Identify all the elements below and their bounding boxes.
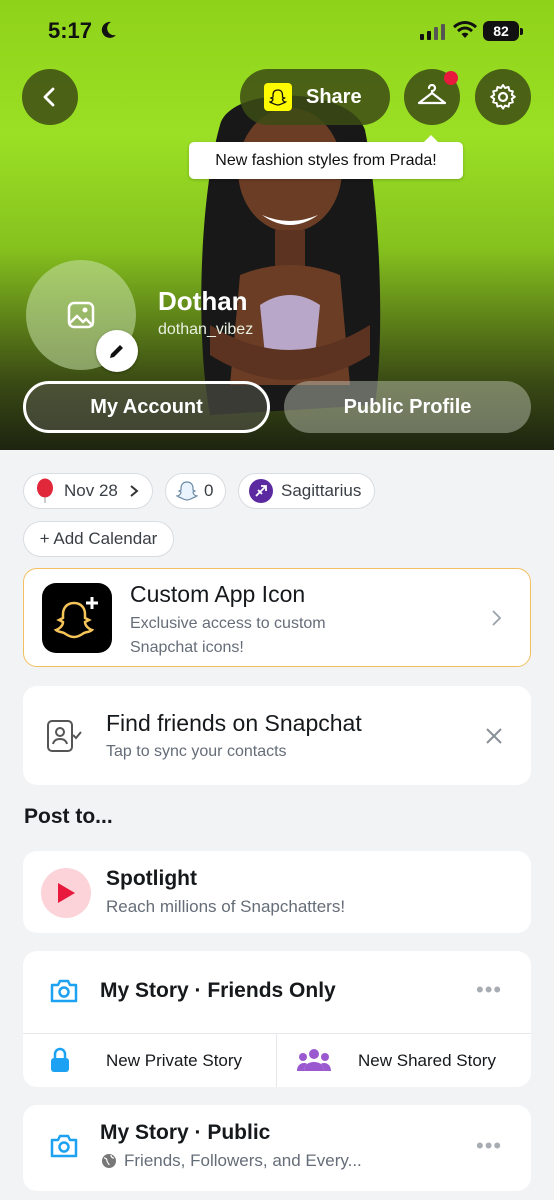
my-account-button[interactable]: My Account xyxy=(23,381,270,433)
balloon-icon xyxy=(37,478,53,503)
gear-icon xyxy=(490,84,516,110)
camera-icon xyxy=(50,979,78,1003)
chevron-right-icon xyxy=(130,485,139,497)
zodiac-chip[interactable]: Sagittarius xyxy=(238,473,375,509)
find-friends-title: Find friends on Snapchat xyxy=(106,710,362,736)
new-private-story-label: New Private Story xyxy=(106,1051,243,1070)
globe-icon xyxy=(102,1154,116,1168)
fashion-tooltip[interactable]: New fashion styles from Prada! xyxy=(189,135,463,179)
back-button[interactable] xyxy=(22,69,78,125)
notification-dot xyxy=(444,71,458,85)
find-friends-card[interactable]: Find friends on Snapchat Tap to sync you… xyxy=(23,686,531,785)
share-label: Share xyxy=(306,85,362,108)
find-friends-sub: Tap to sync your contacts xyxy=(106,743,287,760)
my-story-friends-row[interactable]: My Story · Friends Only ••• xyxy=(23,951,531,1033)
add-calendar-chip[interactable]: + Add Calendar xyxy=(23,521,174,557)
status-time: 5:17 xyxy=(48,18,93,43)
custom-app-icon-sub-2: Snapchat icons! xyxy=(130,639,244,656)
wifi-icon xyxy=(453,21,477,38)
snapscore-value: 0 xyxy=(204,481,214,500)
spotlight-sub: Reach millions of Snapchatters! xyxy=(106,897,346,916)
more-options-icon[interactable]: ••• xyxy=(476,977,502,1003)
display-name: Dothan xyxy=(158,286,248,316)
outfit-button[interactable] xyxy=(404,69,460,125)
my-story-public-card[interactable]: My Story · Public Friends, Followers, an… xyxy=(23,1105,531,1191)
my-story-friends-card: My Story · Friends Only ••• New Private … xyxy=(23,951,531,1087)
status-bar: 5:17 82 xyxy=(0,0,554,62)
new-private-story-button[interactable]: New Private Story xyxy=(23,1034,276,1087)
chevron-left-icon xyxy=(43,87,55,107)
birthday-chip[interactable]: Nov 28 xyxy=(23,473,153,509)
birthday-label: Nov 28 xyxy=(64,481,118,500)
edit-avatar-button[interactable] xyxy=(96,330,138,372)
snapscore-chip[interactable]: 0 xyxy=(165,473,226,509)
hanger-icon xyxy=(417,84,447,105)
new-shared-story-button[interactable]: New Shared Story xyxy=(277,1034,531,1087)
my-story-public-sub: Friends, Followers, and Every... xyxy=(124,1151,362,1170)
snapchat-app-icon xyxy=(42,583,112,653)
zodiac-label: Sagittarius xyxy=(281,481,362,500)
custom-app-icon-card[interactable]: Custom App Icon Exclusive access to cust… xyxy=(23,568,531,667)
more-options-icon[interactable]: ••• xyxy=(476,1133,502,1159)
profile-header: 5:17 82 Share New fashion styles from Pr… xyxy=(0,0,554,450)
pencil-icon xyxy=(110,345,123,358)
settings-button[interactable] xyxy=(475,69,531,125)
close-icon[interactable] xyxy=(485,727,503,745)
lock-icon xyxy=(51,1047,69,1072)
snapcode-icon xyxy=(264,83,292,111)
my-story-public-label: My Story · Public xyxy=(100,1121,271,1144)
image-icon xyxy=(67,301,95,329)
spotlight-title: Spotlight xyxy=(106,867,197,890)
moon-icon xyxy=(101,21,116,38)
my-story-friends-label: My Story · Friends Only xyxy=(100,979,336,1002)
new-shared-story-label: New Shared Story xyxy=(358,1051,496,1070)
custom-app-icon-sub-1: Exclusive access to custom xyxy=(130,615,326,632)
public-profile-button[interactable]: Public Profile xyxy=(284,381,531,433)
share-button[interactable]: Share xyxy=(240,69,390,125)
username: dothan_vibez xyxy=(158,321,254,338)
camera-icon xyxy=(50,1134,78,1158)
custom-app-icon-title: Custom App Icon xyxy=(130,581,306,607)
group-icon xyxy=(297,1049,331,1071)
ghost-icon xyxy=(176,481,198,501)
battery-indicator: 82 xyxy=(483,21,523,41)
spotlight-card[interactable]: Spotlight Reach millions of Snapchatters… xyxy=(23,851,531,933)
spotlight-icon xyxy=(41,868,91,918)
chevron-right-icon xyxy=(492,610,502,626)
sagittarius-icon xyxy=(249,479,273,503)
cellular-signal-icon xyxy=(420,24,445,40)
contacts-sync-icon xyxy=(47,720,82,752)
post-to-heading: Post to... xyxy=(24,805,113,828)
